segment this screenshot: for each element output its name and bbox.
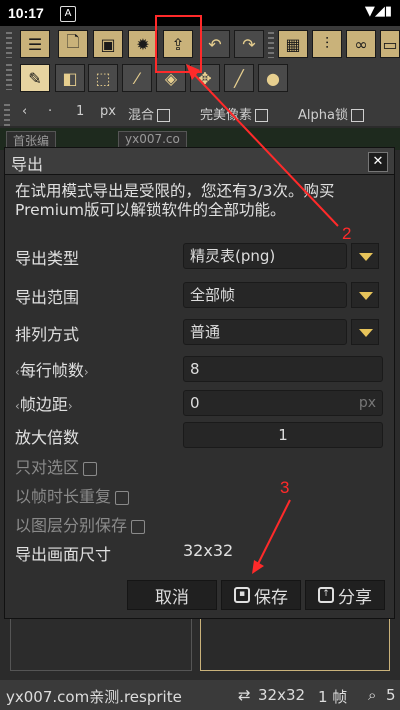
arrow-line [257, 499, 291, 565]
step-2-label: 2 [342, 224, 352, 243]
highlight-box [155, 15, 202, 73]
arrow-line [189, 69, 339, 227]
annotation-overlay [155, 15, 339, 574]
step-3-label: 3 [280, 478, 290, 497]
